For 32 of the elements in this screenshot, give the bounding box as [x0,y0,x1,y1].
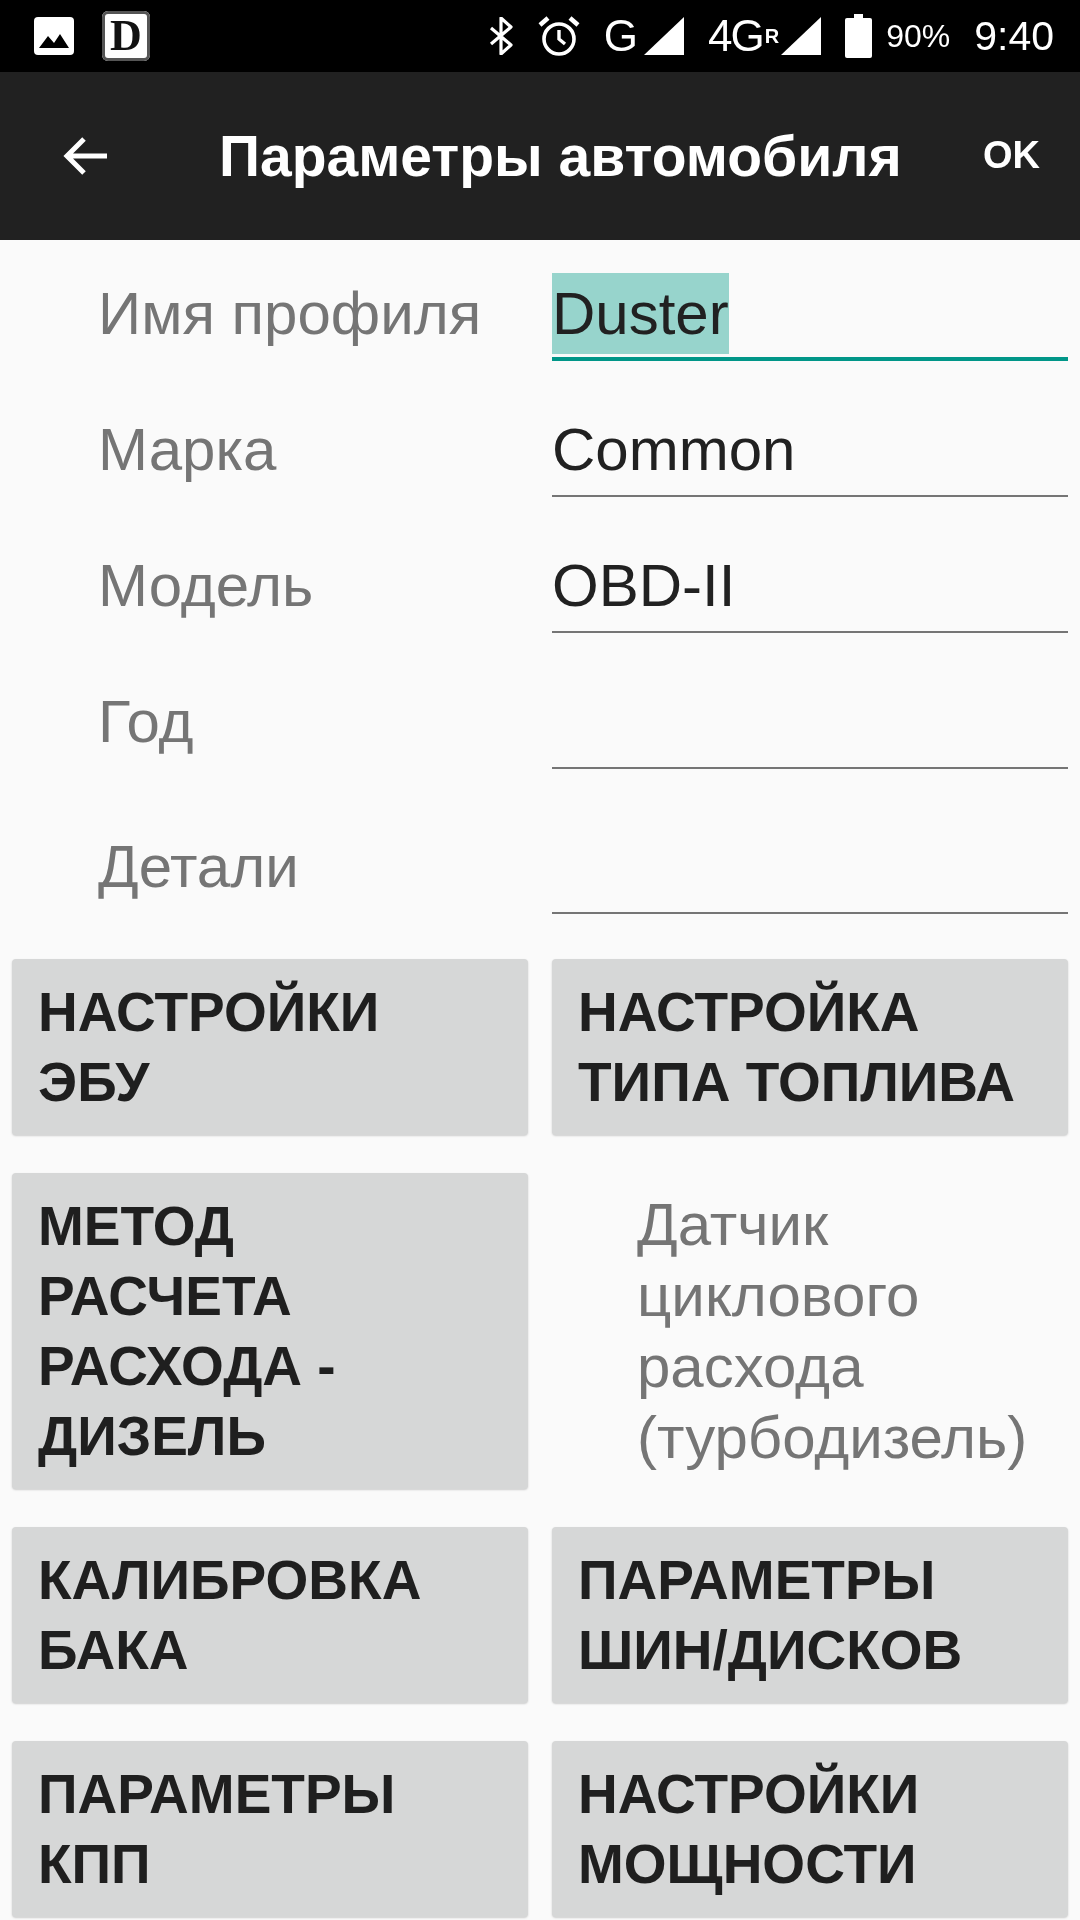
text-field[interactable]: Duster [552,271,1068,361]
app-title: Параметры автомобиля [219,122,902,190]
text-field[interactable]: OBD-II [552,543,1068,633]
field-label: Детали [97,834,300,902]
field-label: Марка [97,417,278,485]
description-text: Датчик циклового расхода (турбодизель) [637,1190,1029,1473]
field-label: Имя профиля [97,281,483,349]
field-label: Год [97,689,195,757]
back-button[interactable] [61,136,109,176]
app-logo: D [102,11,150,61]
battery-icon [845,14,873,58]
network-type-text: G [603,14,636,58]
bluetooth-icon [487,17,514,55]
ok-button[interactable]: OK [983,133,1040,179]
settings-button[interactable]: НАСТРОЙКИ ЭБУ [12,959,528,1135]
battery-percent-text: 90% [886,20,951,52]
settings-button[interactable]: НАСТРОЙКА ТИПА ТОПЛИВА [552,959,1068,1135]
text-field[interactable]: Common [552,407,1068,497]
settings-button[interactable]: КАЛИБРОВКА БАКА [12,1527,528,1703]
network-type-text: 4G [708,14,763,58]
settings-button[interactable]: ПАРАМЕТРЫ КПП [12,1741,528,1917]
field-label: Модель [97,553,315,621]
settings-button[interactable]: МЕТОД РАСЧЕТА РАСХОДА - ДИЗЕЛЬ [12,1173,528,1489]
clock-time-text: 9:40 [974,15,1054,57]
signal-icon [644,17,684,55]
back-arrow-icon [61,136,109,176]
alarm-clock-icon [537,15,580,57]
picture-icon [34,17,74,55]
settings-button[interactable]: ПАРАМЕТРЫ ШИН/ДИСКОВ [552,1527,1068,1703]
settings-button[interactable]: НАСТРОЙКИ МОЩНОСТИ [552,1741,1068,1917]
signal-icon [781,17,822,55]
roaming-indicator-text: R [764,26,780,46]
